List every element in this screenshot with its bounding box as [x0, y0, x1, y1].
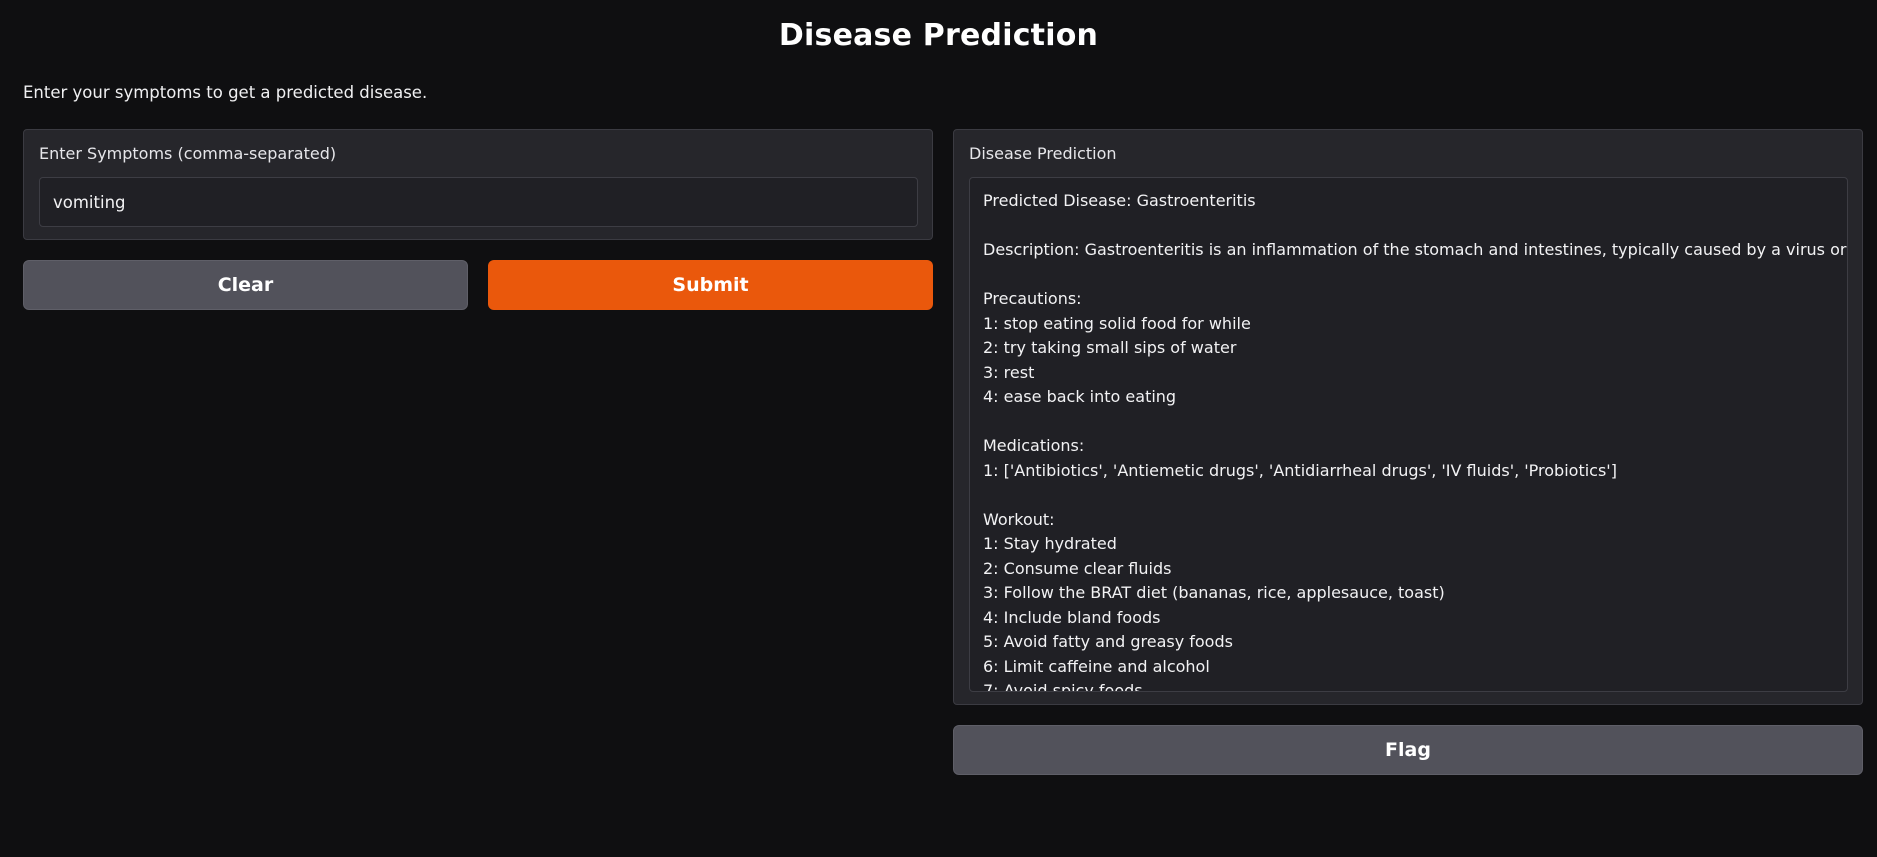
prediction-line: Predicted Disease: Gastroenteritis — [983, 191, 1256, 210]
prediction-line: 1: Stay hydrated — [983, 534, 1117, 553]
prediction-line: 7: Avoid spicy foods — [983, 681, 1143, 692]
symptoms-panel: Enter Symptoms (comma-separated) — [23, 129, 933, 240]
clear-button[interactable]: Clear — [23, 260, 468, 310]
prediction-line — [983, 483, 1834, 508]
prediction-line: 2: Consume clear fluids — [983, 558, 1172, 578]
page-title: Disease Prediction — [778, 18, 1099, 53]
symptoms-label: Enter Symptoms (comma-separated) — [39, 144, 337, 163]
page-description: Enter your symptoms to get a predicted d… — [23, 83, 428, 102]
prediction-output[interactable]: Predicted Disease: Gastroenteritis Descri… — [969, 177, 1848, 692]
prediction-line: 6: Limit caffeine and alcohol — [983, 656, 1210, 676]
app-page: Disease Prediction Enter your symptoms t… — [0, 0, 1877, 857]
prediction-line: 4: Include bland foods — [983, 607, 1161, 627]
prediction-text: Predicted Disease: Gastroenteritis Descri… — [983, 189, 1848, 692]
prediction-line: 1: stop eating solid food for while — [983, 313, 1251, 333]
flag-button[interactable]: Flag — [953, 725, 1863, 775]
prediction-line: 5: Avoid fatty and greasy foods — [983, 632, 1233, 651]
prediction-line — [983, 214, 1834, 239]
prediction-line: 3: rest — [983, 362, 1035, 382]
prediction-label: Disease Prediction — [969, 144, 1117, 163]
prediction-line: Workout: — [983, 509, 1055, 529]
prediction-panel: Disease Prediction Predicted Disease: Ga… — [953, 129, 1863, 705]
prediction-line — [983, 410, 1834, 435]
prediction-line: Description: Gastroenteritis is an infla… — [983, 240, 1848, 259]
prediction-line: Medications: — [983, 436, 1085, 455]
prediction-line — [983, 263, 1834, 288]
prediction-line: Precautions: — [983, 289, 1082, 308]
prediction-line: 2: try taking small sips of water — [983, 338, 1237, 357]
submit-button[interactable]: Submit — [488, 260, 933, 310]
prediction-line: 1: ['Antibiotics', 'Antiemetic drugs', '… — [983, 460, 1617, 480]
prediction-line: 3: Follow the BRAT diet (bananas, rice, … — [983, 583, 1445, 602]
symptoms-input[interactable] — [39, 177, 918, 227]
prediction-line: 4: ease back into eating — [983, 387, 1177, 406]
